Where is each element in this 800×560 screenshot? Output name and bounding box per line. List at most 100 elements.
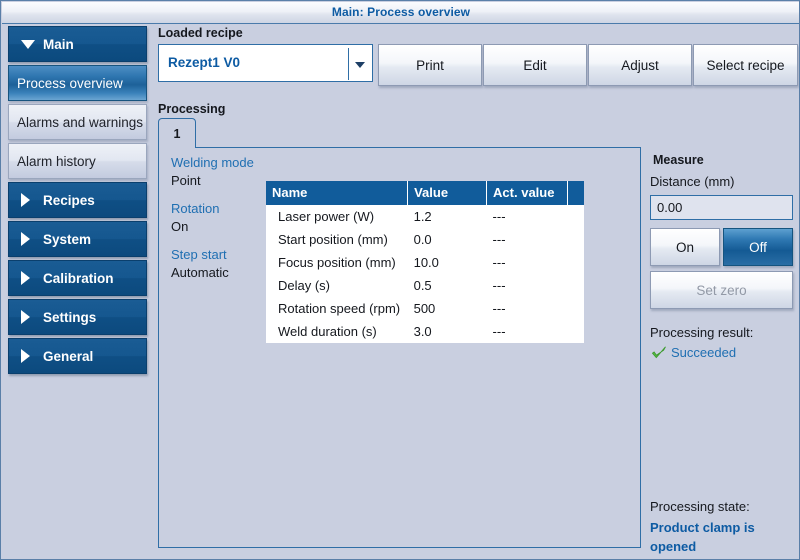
tab-panel-seam: [159, 146, 195, 148]
caret-down-icon: [21, 39, 35, 49]
column-header-name[interactable]: Name: [266, 181, 408, 205]
column-header-act-value[interactable]: Act. value: [486, 181, 568, 205]
sidebar-item-system[interactable]: System: [8, 221, 147, 257]
caret-right-icon: [21, 271, 30, 285]
processing-result-label: Processing result:: [650, 325, 754, 340]
parameter-name: Focus position (mm): [266, 251, 408, 274]
combobox-divider: [348, 48, 349, 80]
sidebar-item-label: Alarm history: [17, 153, 96, 169]
caret-right-icon: [21, 193, 30, 207]
row-spacer: [567, 297, 584, 320]
adjust-button[interactable]: Adjust: [588, 44, 692, 86]
row-spacer: [567, 251, 584, 274]
row-spacer: [567, 274, 584, 297]
sidebar-item-process-overview[interactable]: Process overview: [8, 65, 147, 101]
table-row[interactable]: Focus position (mm) 10.0 ---: [266, 251, 584, 274]
measure-on-button[interactable]: On: [650, 228, 720, 266]
table-row[interactable]: Delay (s) 0.5 ---: [266, 274, 584, 297]
caret-right-icon: [21, 310, 30, 324]
distance-value: 0.00: [657, 200, 683, 215]
sidebar-item-label: Main: [43, 36, 74, 52]
sidebar-item-recipes[interactable]: Recipes: [8, 182, 147, 218]
check-mark-icon: [651, 345, 667, 361]
table-row[interactable]: Weld duration (s) 3.0 ---: [266, 320, 584, 343]
step-start-label: Step start: [171, 247, 227, 262]
parameter-act-value: ---: [486, 274, 568, 297]
sidebar-item-label: Calibration: [43, 270, 114, 286]
distance-label: Distance (mm): [650, 174, 735, 189]
processing-state-label: Processing state:: [650, 499, 750, 514]
sidebar-item-main[interactable]: Main: [8, 26, 147, 62]
measure-off-button[interactable]: Off: [723, 228, 793, 266]
welding-mode-value: Point: [171, 173, 201, 188]
parameter-act-value: ---: [486, 320, 568, 343]
application-window: Main: Process overview Main Process overv…: [0, 0, 800, 560]
print-button[interactable]: Print: [378, 44, 482, 86]
parameter-value: 500: [407, 297, 487, 320]
window-title: Main: Process overview: [331, 5, 471, 19]
processing-result-value: Succeeded: [671, 345, 737, 360]
table-row[interactable]: Laser power (W) 1.2 ---: [266, 205, 584, 228]
sidebar-item-label: Alarms and warnings: [17, 114, 144, 130]
mode-summary-column: Welding mode Point Rotation On Step star…: [171, 155, 271, 293]
title-bar: Main: Process overview: [2, 2, 799, 24]
step-start-value: Automatic: [171, 265, 229, 280]
column-header-spacer: [566, 181, 584, 205]
sidebar-item-calibration[interactable]: Calibration: [8, 260, 147, 296]
measure-panel: Measure Distance (mm) 0.00 On Off Set ze…: [649, 147, 794, 557]
parameter-act-value: ---: [486, 228, 568, 251]
caret-right-icon: [21, 349, 30, 363]
table-row[interactable]: Start position (mm) 0.0 ---: [266, 228, 584, 251]
rotation-label: Rotation: [171, 201, 220, 216]
row-spacer: [567, 320, 584, 343]
parameter-table-body: Laser power (W) 1.2 --- Start position (mm)…: [266, 205, 584, 343]
rotation-value: On: [171, 219, 189, 234]
set-zero-button[interactable]: Set zero: [650, 271, 793, 309]
parameter-value: 0.0: [407, 228, 487, 251]
processing-state-value: Product clamp is opened: [650, 520, 755, 554]
parameter-act-value: ---: [486, 205, 568, 228]
sidebar-item-alarms-and-warnings[interactable]: Alarms and warnings: [8, 104, 147, 140]
row-spacer: [567, 228, 584, 251]
parameter-value: 10.0: [407, 251, 487, 274]
sidebar-item-label: System: [43, 231, 92, 247]
parameter-name: Delay (s): [266, 274, 408, 297]
chevron-down-icon[interactable]: [355, 62, 365, 68]
parameter-name: Start position (mm): [266, 228, 408, 251]
processing-panel: Welding mode Point Rotation On Step star…: [158, 147, 641, 548]
parameter-value: 3.0: [407, 320, 487, 343]
sidebar-navigation: Main Process overview Alarms and warnings A…: [2, 24, 152, 559]
edit-button[interactable]: Edit: [483, 44, 587, 86]
processing-label: Processing: [158, 102, 226, 116]
table-row[interactable]: Rotation speed (rpm) 500 ---: [266, 297, 584, 320]
parameter-act-value: ---: [486, 297, 568, 320]
content-area: Loaded recipe Rezept1 V0 Print Edit Adju…: [152, 24, 799, 559]
parameter-value: 0.5: [407, 274, 487, 297]
sidebar-item-general[interactable]: General: [8, 338, 147, 374]
table-header-row: Name Value Act. value: [266, 181, 584, 205]
measure-title: Measure: [653, 153, 704, 167]
parameter-name: Laser power (W): [266, 205, 408, 228]
caret-right-icon: [21, 232, 30, 246]
column-header-value[interactable]: Value: [407, 181, 487, 205]
distance-input[interactable]: 0.00: [650, 195, 793, 220]
sidebar-item-settings[interactable]: Settings: [8, 299, 147, 335]
loaded-recipe-label: Loaded recipe: [158, 26, 243, 40]
recipe-selected-value: Rezept1 V0: [168, 55, 241, 70]
sidebar-item-label: Settings: [43, 309, 97, 325]
sidebar-item-alarm-history[interactable]: Alarm history: [8, 143, 147, 179]
sidebar-item-label: Recipes: [43, 192, 95, 208]
welding-mode-label: Welding mode: [171, 155, 254, 170]
select-recipe-button[interactable]: Select recipe: [693, 44, 798, 86]
recipe-select-combobox[interactable]: Rezept1 V0: [158, 44, 373, 82]
parameter-name: Rotation speed (rpm): [266, 297, 408, 320]
sidebar-item-label: Process overview: [17, 75, 123, 91]
parameter-table: Name Value Act. value Laser power (W) 1.2…: [266, 181, 584, 343]
row-spacer: [567, 205, 584, 228]
sidebar-item-label: General: [43, 348, 94, 364]
parameter-name: Weld duration (s): [266, 320, 408, 343]
tab-step-1[interactable]: 1: [158, 118, 196, 148]
parameter-value: 1.2: [407, 205, 487, 228]
processing-tabstrip: 1: [158, 118, 196, 148]
parameter-act-value: ---: [486, 251, 568, 274]
